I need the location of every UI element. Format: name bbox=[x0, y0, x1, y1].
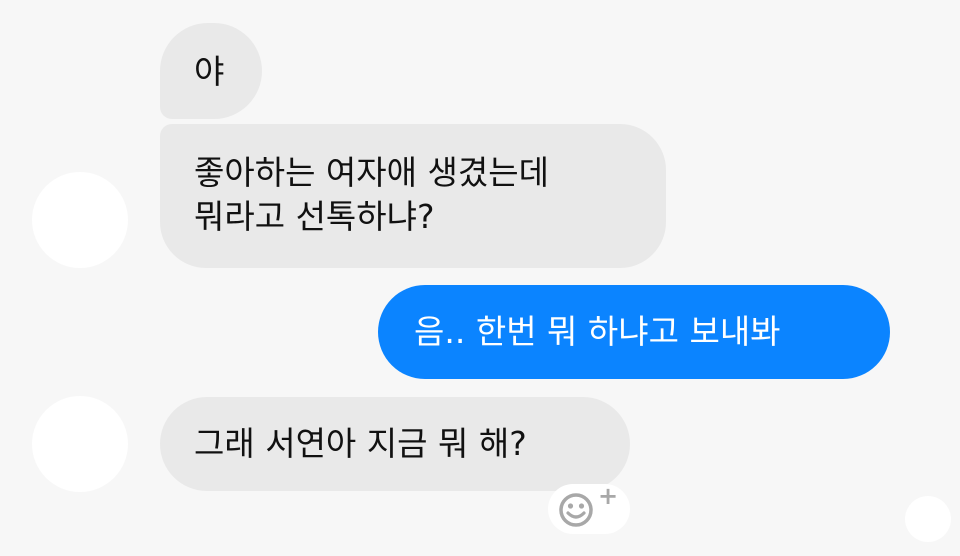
add-reaction-button[interactable]: + bbox=[548, 484, 630, 534]
message-text: 그래 서연아 지금 뭐 해? bbox=[194, 424, 527, 463]
incoming-message-bubble[interactable]: 그래 서연아 지금 뭐 해? bbox=[160, 397, 630, 491]
incoming-message-bubble[interactable]: 좋아하는 여자애 생겼는데 뭐라고 선톡하냐? bbox=[160, 124, 666, 268]
message-text: 뭐라고 선톡하냐? bbox=[194, 197, 435, 236]
message-text: 야 bbox=[194, 52, 225, 91]
outgoing-message-bubble[interactable]: 음.. 한번 뭐 하냐고 보내봐 bbox=[378, 285, 890, 379]
floating-avatar[interactable] bbox=[905, 496, 951, 542]
incoming-message-bubble[interactable]: 야 bbox=[160, 23, 262, 119]
message-text: 좋아하는 여자애 생겼는데 bbox=[194, 153, 549, 192]
smiley-add-icon bbox=[559, 493, 593, 527]
sender-avatar[interactable] bbox=[32, 396, 128, 492]
plus-icon: + bbox=[598, 482, 619, 510]
sender-avatar[interactable] bbox=[32, 172, 128, 268]
chat-thread: 야 좋아하는 여자애 생겼는데 뭐라고 선톡하냐? 음.. 한번 뭐 하냐고 보… bbox=[0, 0, 960, 556]
message-text: 음.. 한번 뭐 하냐고 보내봐 bbox=[414, 312, 781, 351]
